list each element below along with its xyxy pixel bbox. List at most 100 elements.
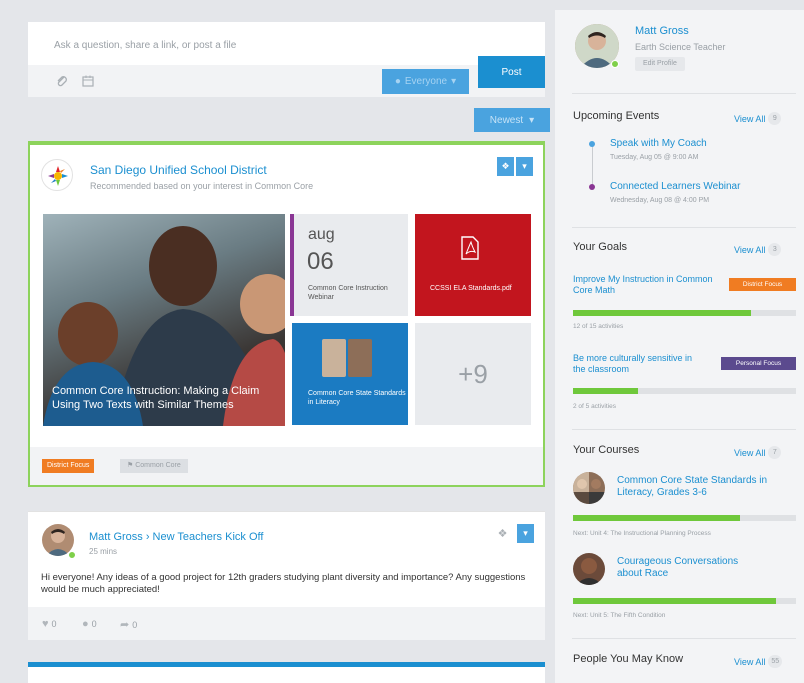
events-count: 9 bbox=[768, 112, 782, 125]
event-date: Wednesday, Aug 08 @ 4:00 PM bbox=[610, 197, 710, 204]
goals-view-all[interactable]: View All 3 bbox=[734, 243, 782, 256]
course-next: Next: Unit 5: The Fifth Condition bbox=[573, 612, 666, 619]
instructor-photo bbox=[348, 339, 372, 377]
goal-progress-fill bbox=[573, 310, 752, 316]
chevron-down-icon: ▾ bbox=[529, 114, 535, 126]
events-view-all[interactable]: View All 9 bbox=[734, 112, 782, 125]
pdf-tile[interactable]: CCSSI ELA Standards.pdf bbox=[415, 214, 531, 316]
view-all-label: View All bbox=[734, 244, 766, 255]
course-progress-bar bbox=[573, 515, 796, 521]
course-link[interactable]: Common Core State Standards in Literacy,… bbox=[617, 475, 787, 499]
people-title: People You May Know bbox=[573, 653, 684, 665]
goal-link[interactable]: Improve My Instruction in Common Core Ma… bbox=[573, 274, 713, 296]
event-dot bbox=[589, 184, 595, 190]
share-icon: ➦ bbox=[120, 619, 130, 631]
online-status-dot bbox=[611, 60, 619, 68]
share-button[interactable]: ➦ 0 bbox=[120, 618, 137, 631]
photo-caption: Common Core Instruction: Making a Claim … bbox=[52, 385, 260, 411]
event-month: aug bbox=[308, 226, 335, 243]
goal-badge: Personal Focus bbox=[721, 357, 796, 370]
tag-icon: ⚑ bbox=[127, 462, 134, 469]
view-all-label: View All bbox=[734, 656, 766, 667]
resource-photo-tile[interactable]: Common Core Instruction: Making a Claim … bbox=[43, 214, 285, 426]
divider bbox=[572, 429, 796, 430]
chevron-down-icon: ▾ bbox=[451, 76, 457, 87]
timeline-line bbox=[592, 146, 593, 186]
topic-tag-label: Common Core bbox=[135, 462, 181, 469]
more-resources-tile[interactable]: +9 bbox=[415, 323, 531, 425]
district-logo bbox=[41, 159, 73, 191]
course-thumbnail[interactable] bbox=[573, 472, 605, 504]
view-all-label: View All bbox=[734, 113, 766, 124]
share-count: 0 bbox=[132, 619, 138, 630]
profile-name[interactable]: Matt Gross bbox=[635, 25, 689, 37]
event-day: 06 bbox=[307, 248, 334, 275]
events-title: Upcoming Events bbox=[573, 110, 660, 122]
goal-link[interactable]: Be more culturally sensitive in the clas… bbox=[573, 353, 703, 375]
post-actions: ♥ 0 ● 0 ➦ 0 bbox=[28, 607, 545, 640]
sort-label: Newest bbox=[489, 114, 524, 126]
composer-input[interactable]: Ask a question, share a link, or post a … bbox=[54, 40, 236, 51]
event-link[interactable]: Speak with My Coach bbox=[610, 138, 707, 149]
goals-title: Your Goals bbox=[573, 241, 628, 253]
feed-card-next bbox=[28, 662, 545, 683]
group-icon: ● bbox=[394, 76, 401, 87]
pin-icon[interactable]: ❖ bbox=[494, 524, 511, 543]
topic-tag[interactable]: ⚑ Common Core bbox=[120, 459, 188, 473]
goal-progress-fill bbox=[573, 388, 638, 394]
pin-icon[interactable]: ❖ bbox=[497, 157, 514, 176]
post-button[interactable]: Post bbox=[478, 56, 545, 88]
view-all-label: View All bbox=[734, 447, 766, 458]
event-dot bbox=[589, 141, 595, 147]
course-thumbnail[interactable] bbox=[573, 553, 605, 585]
courses-title: Your Courses bbox=[573, 444, 640, 456]
event-link[interactable]: Connected Learners Webinar bbox=[610, 181, 740, 192]
course-tile[interactable]: Common Core State Standards in Literacy bbox=[292, 323, 408, 425]
post-author[interactable]: Matt Gross › New Teachers Kick Off bbox=[89, 531, 263, 543]
paperclip-icon[interactable] bbox=[55, 74, 69, 88]
edit-profile-button[interactable]: Edit Profile bbox=[635, 57, 685, 71]
comment-button[interactable]: ● 0 bbox=[82, 618, 97, 630]
pdf-label: CCSSI ELA Standards.pdf bbox=[430, 285, 512, 292]
focus-badge: District Focus bbox=[42, 459, 95, 473]
post-time: 25 mins bbox=[89, 547, 118, 556]
feed-card-post: Matt Gross › New Teachers Kick Off 25 mi… bbox=[28, 511, 545, 640]
like-button[interactable]: ♥ 0 bbox=[42, 618, 57, 630]
course-progress-fill bbox=[573, 515, 741, 521]
course-progress-bar bbox=[573, 598, 796, 604]
event-tile[interactable]: aug 06 Common Core Instruction Webinar bbox=[290, 214, 408, 316]
calendar-icon[interactable] bbox=[81, 74, 95, 88]
recommendation-reason: Recommended based on your interest in Co… bbox=[90, 181, 314, 191]
goal-progress-bar bbox=[573, 388, 796, 394]
event-date: Tuesday, Aug 05 @ 9:00 AM bbox=[610, 154, 699, 161]
courses-count: 7 bbox=[768, 446, 782, 459]
courses-view-all[interactable]: View All 7 bbox=[734, 446, 782, 459]
goal-progress-bar bbox=[573, 310, 796, 316]
org-name-link[interactable]: San Diego Unified School District bbox=[90, 163, 267, 177]
sort-dropdown[interactable]: Newest ▾ bbox=[474, 108, 550, 132]
card-footer: District Focus ⚑ Common Core bbox=[30, 447, 543, 485]
people-count: 55 bbox=[768, 655, 783, 668]
comment-count: 0 bbox=[91, 619, 97, 629]
chevron-down-icon[interactable]: ▾ bbox=[516, 157, 533, 176]
online-status-dot bbox=[68, 551, 76, 559]
course-tile-label: Common Core State Standards in Literacy bbox=[308, 390, 406, 406]
post-body: Hi everyone! Any ideas of a good project… bbox=[41, 572, 526, 595]
feed-card-recommended: San Diego Unified School District Recomm… bbox=[28, 141, 545, 487]
profile-role: Earth Science Teacher bbox=[635, 42, 726, 52]
event-label: Common Core Instruction Webinar bbox=[308, 285, 388, 301]
course-next: Next: Unit 4: The Instructional Planning… bbox=[573, 530, 711, 537]
goal-meta: 2 of 5 activities bbox=[573, 403, 616, 410]
like-count: 0 bbox=[51, 619, 57, 629]
audience-dropdown[interactable]: ● Everyone ▾ bbox=[382, 69, 469, 94]
course-link[interactable]: Courageous Conversations about Race bbox=[617, 556, 757, 580]
divider bbox=[572, 227, 796, 228]
chevron-down-icon[interactable]: ▾ bbox=[517, 524, 534, 543]
instructor-photo bbox=[322, 339, 346, 377]
people-view-all[interactable]: View All 55 bbox=[734, 655, 783, 668]
sidebar: Matt Gross Earth Science Teacher Edit Pr… bbox=[555, 10, 804, 683]
comment-icon: ● bbox=[82, 618, 89, 630]
divider bbox=[572, 638, 796, 639]
composer-toolbar: ● Everyone ▾ Post bbox=[28, 56, 545, 97]
goal-badge: District Focus bbox=[729, 278, 796, 291]
